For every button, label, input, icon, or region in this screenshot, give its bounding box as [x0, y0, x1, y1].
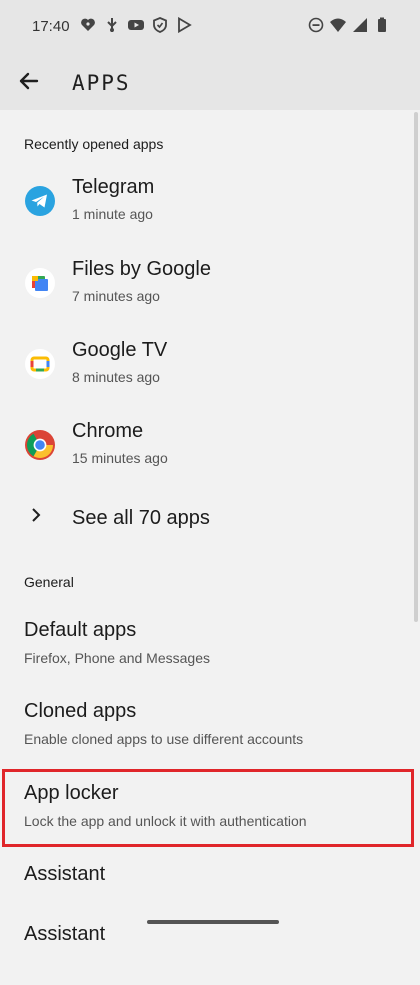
app-name: Files by Google — [72, 258, 211, 280]
pref-title: Default apps — [24, 619, 137, 641]
shield-icon — [153, 17, 167, 33]
play-icon — [178, 17, 192, 33]
dnd-icon — [308, 17, 324, 33]
scrollbar[interactable] — [414, 112, 418, 622]
recent-apps-header: Recently opened apps — [24, 136, 164, 152]
pref-subtitle: Enable cloned apps to use different acco… — [24, 731, 304, 747]
cloned-apps-item[interactable]: Cloned apps Enable cloned apps to use di… — [0, 686, 410, 764]
app-name: Chrome — [72, 420, 144, 442]
status-bar: 17:40 — [0, 0, 420, 54]
recent-app-files[interactable]: Files by Google 7 minutes ago — [0, 244, 410, 324]
wifi-icon — [330, 18, 346, 32]
files-by-google-icon — [25, 268, 55, 298]
see-all-apps-button[interactable]: See all 70 apps — [0, 495, 410, 541]
back-arrow-icon[interactable] — [14, 66, 44, 96]
signal-icon — [353, 18, 367, 32]
app-last-opened: 15 minutes ago — [72, 450, 168, 466]
assistant-item-partial[interactable]: Assistant — [0, 907, 410, 985]
location-heart-icon — [81, 18, 95, 31]
app-last-opened: 7 minutes ago — [72, 288, 160, 304]
highlight-box — [2, 769, 414, 847]
recent-app-chrome[interactable]: Chrome 15 minutes ago — [0, 406, 410, 486]
recent-app-telegram[interactable]: Telegram 1 minute ago — [0, 162, 410, 242]
pref-title: Assistant — [24, 863, 106, 885]
pref-title: Cloned apps — [24, 700, 137, 722]
youtube-icon — [128, 20, 144, 30]
gesture-nav-handle[interactable] — [147, 920, 279, 924]
recent-app-google-tv[interactable]: Google TV 8 minutes ago — [0, 325, 410, 405]
app-name: Telegram — [72, 176, 155, 198]
telegram-icon — [25, 186, 55, 216]
see-all-label: See all 70 apps — [72, 507, 210, 529]
status-notification-icons — [80, 17, 192, 33]
status-time: 17:40 — [32, 18, 70, 35]
status-system-icons — [308, 17, 390, 33]
general-header: General — [24, 574, 74, 590]
usb-debug-icon — [107, 18, 117, 32]
google-tv-icon — [25, 349, 55, 379]
pref-title: Assistant — [24, 923, 106, 945]
default-apps-item[interactable]: Default apps Firefox, Phone and Messages — [0, 605, 410, 683]
chevron-right-icon — [32, 508, 41, 522]
pref-subtitle: Firefox, Phone and Messages — [24, 650, 210, 666]
page-title: APPS — [72, 71, 131, 95]
battery-icon — [378, 17, 386, 32]
app-bar: APPS — [0, 54, 420, 110]
app-last-opened: 8 minutes ago — [72, 369, 160, 385]
chrome-icon — [25, 430, 55, 460]
app-name: Google TV — [72, 339, 168, 361]
app-last-opened: 1 minute ago — [72, 206, 153, 222]
